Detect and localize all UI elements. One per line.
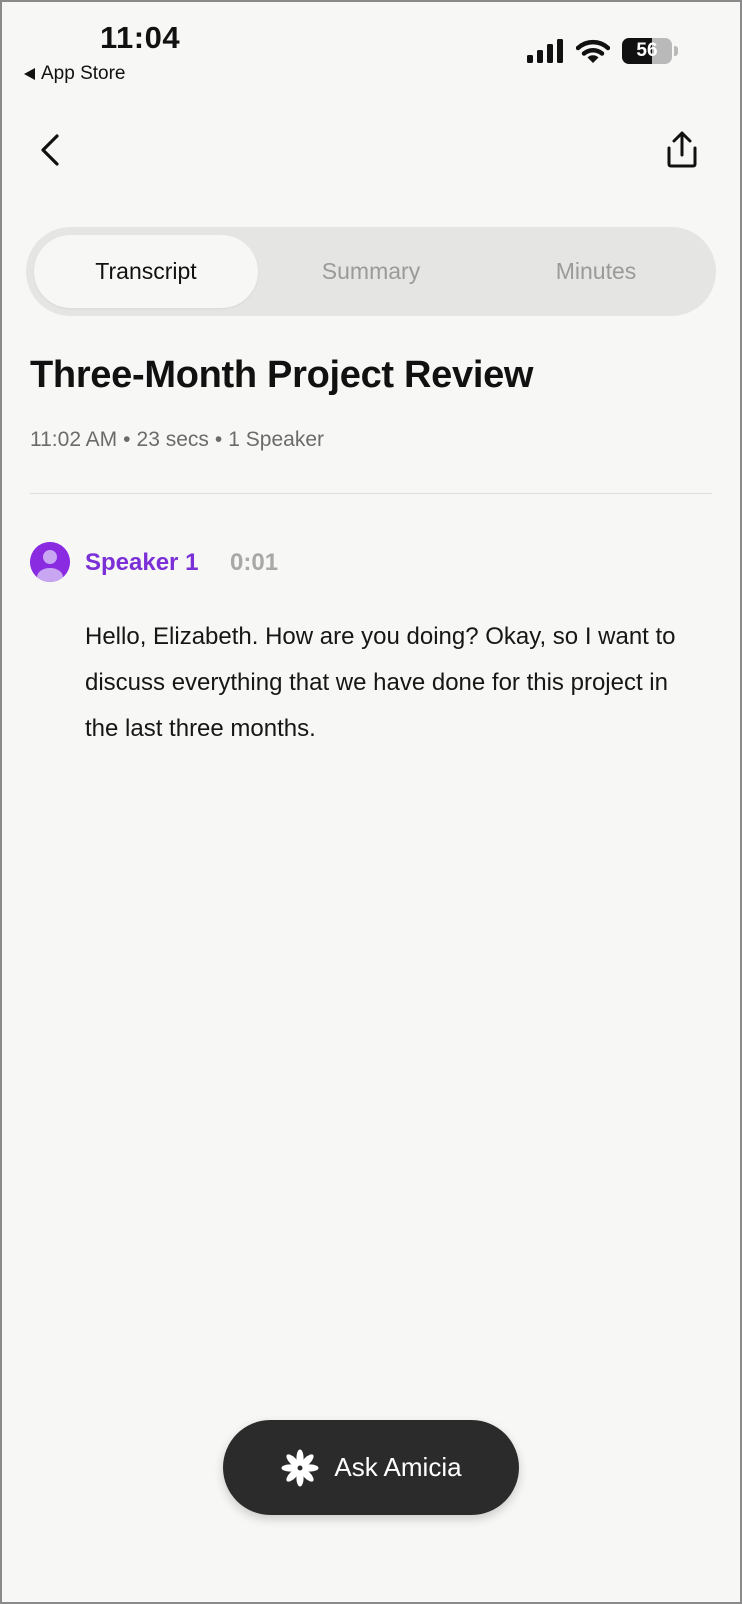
speaker-avatar[interactable] bbox=[30, 542, 70, 582]
battery-level: 56 bbox=[636, 40, 658, 61]
transcript-text: Hello, Elizabeth. How are you doing? Oka… bbox=[85, 623, 676, 742]
recording-time: 11:02 AM bbox=[30, 428, 118, 451]
wifi-icon bbox=[576, 39, 610, 63]
tab-minutes[interactable]: Minutes bbox=[484, 235, 708, 308]
speaker-count: 1 Speaker bbox=[228, 428, 324, 451]
recording-duration: 23 secs bbox=[136, 428, 209, 451]
back-app-label: App Store bbox=[41, 63, 126, 84]
status-time: 11:04 bbox=[100, 20, 181, 55]
ask-amicia-label: Ask Amicia bbox=[334, 1452, 462, 1482]
divider bbox=[30, 493, 712, 494]
person-icon bbox=[30, 542, 70, 582]
chevron-left-icon bbox=[41, 134, 59, 166]
recording-meta: 11:02 AM • 23 secs • 1 Speaker bbox=[30, 428, 324, 451]
sparkle-flower-icon bbox=[281, 1449, 319, 1486]
recording-title: Three-Month Project Review bbox=[30, 354, 534, 396]
share-button[interactable] bbox=[660, 128, 704, 172]
tab-summary[interactable]: Summary bbox=[259, 235, 483, 308]
battery-tip bbox=[674, 46, 678, 56]
tab-transcript[interactable]: Transcript bbox=[34, 235, 258, 308]
back-triangle-icon bbox=[24, 68, 35, 80]
speaker-name[interactable]: Speaker 1 bbox=[85, 549, 198, 577]
back-button[interactable] bbox=[30, 128, 74, 172]
battery-icon: 56 bbox=[622, 38, 672, 64]
share-icon bbox=[667, 131, 697, 168]
cellular-signal-icon bbox=[527, 39, 563, 63]
back-to-app-link[interactable]: App Store bbox=[24, 63, 126, 85]
ask-amicia-button[interactable]: Ask Amicia bbox=[223, 1420, 519, 1515]
view-tabs: Transcript Summary Minutes bbox=[26, 227, 716, 316]
segment-timestamp[interactable]: 0:01 bbox=[230, 549, 278, 577]
